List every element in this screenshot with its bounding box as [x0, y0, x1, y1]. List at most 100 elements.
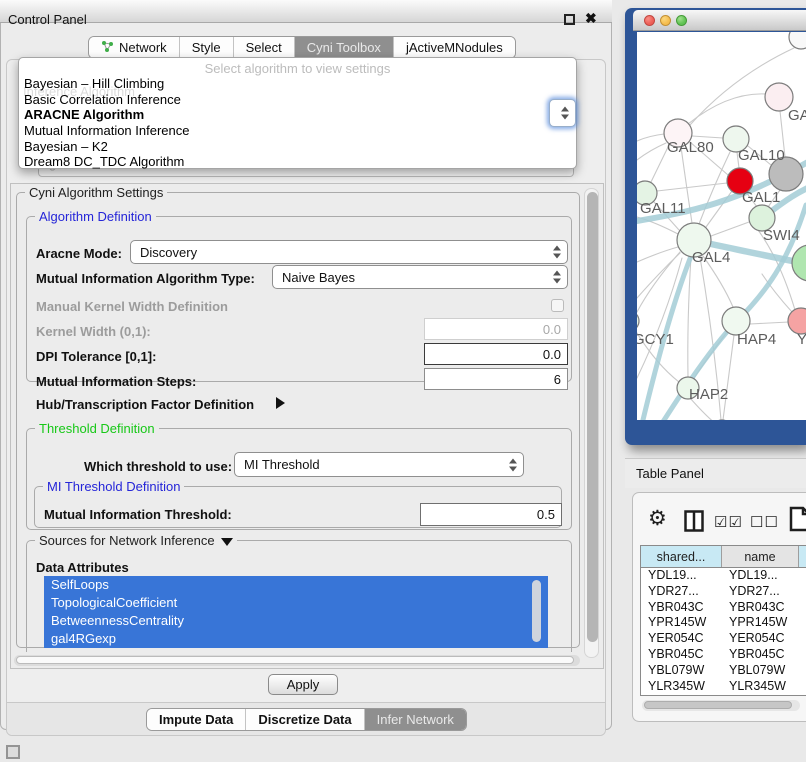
data-attribute-item[interactable]: SelfLoops [44, 576, 548, 594]
kernel-width-field[interactable]: 0.0 [424, 318, 568, 340]
settings-vscroll-thumb[interactable] [587, 192, 598, 642]
table-cell: YER054C [641, 631, 722, 647]
network-edge[interactable] [637, 247, 678, 262]
algorithm-option[interactable]: Bayesian – K2 [21, 139, 574, 155]
tab-select[interactable]: Select [233, 37, 294, 58]
network-edge[interactable] [657, 183, 727, 191]
manual-kernel-width-label: Manual Kernel Width Definition [36, 299, 228, 314]
column-header-name[interactable]: name [722, 546, 799, 567]
algorithm-option[interactable]: Mutual Information Inference [21, 123, 574, 139]
network-edge[interactable] [723, 335, 734, 420]
table-row[interactable]: YER054CYER054C8. [641, 631, 806, 647]
table-cell: YIL052C [641, 694, 722, 696]
network-node-label: GCY1 [637, 331, 674, 348]
table-row[interactable]: YBR043CYBR043C [641, 600, 806, 616]
mi-threshold-field[interactable]: 0.5 [420, 503, 562, 526]
table-hscroll-track[interactable] [642, 700, 800, 711]
apply-button[interactable]: Apply [268, 674, 338, 695]
network-canvas[interactable]: GALGAL80GAL10GAL1GAL11SWI4GAL4GCY1HAP4YH… [637, 32, 806, 420]
network-icon [101, 40, 114, 56]
dpi-tolerance-field[interactable]: 0.0 [424, 343, 568, 365]
data-attribute-item[interactable]: BetweennessCentrality [44, 612, 548, 630]
collapsed-panel-icon[interactable] [6, 745, 20, 759]
data-attributes-label: Data Attributes [36, 560, 129, 575]
tab-jactivemnodules[interactable]: jActiveMNodules [393, 37, 515, 58]
tab-cyni-toolbox[interactable]: Cyni Toolbox [294, 37, 393, 58]
columns-icon[interactable] [684, 510, 704, 537]
algorithm-option[interactable]: Dream8 DC_TDC Algorithm [21, 154, 574, 170]
network-edge[interactable] [762, 274, 792, 312]
algorithm-option[interactable]: ARACNE Algorithm [21, 107, 574, 123]
network-edge[interactable] [692, 136, 723, 138]
table-cell: YBR043C [641, 600, 722, 616]
table-hscroll-thumb[interactable] [644, 701, 792, 709]
settings-hscroll-thumb[interactable] [16, 656, 574, 664]
table-row[interactable]: YDL19...YDL19...13 [641, 568, 806, 584]
control-panel-titlebar[interactable] [0, 0, 612, 23]
table-row[interactable]: YPR145WYPR145W9. [641, 615, 806, 631]
sources-group-title[interactable]: Sources for Network Inference [35, 533, 237, 548]
table-cell: YDR27... [641, 584, 722, 600]
which-threshold-combo[interactable]: MI Threshold [234, 452, 524, 477]
column-header-shared-name[interactable]: shared... [641, 546, 722, 567]
settings-hscroll-track[interactable] [14, 655, 580, 666]
collapsed-arrow-icon[interactable] [276, 397, 285, 409]
mi-algorithm-type-combo[interactable]: Naive Bayes [272, 265, 568, 289]
table-cell: YIL052C [722, 694, 799, 696]
network-node[interactable] [792, 245, 806, 281]
table-cell: YBL079W [722, 663, 799, 679]
tab-discretize-data[interactable]: Discretize Data [245, 709, 363, 730]
algorithm-dropdown-popup: Select algorithm to view settings Infere… [18, 57, 577, 169]
hub-section-toggle[interactable]: Hub/Transcription Factor Definition [36, 397, 254, 412]
minimize-button[interactable] [660, 15, 671, 26]
mi-steps-field[interactable]: 6 [424, 368, 568, 390]
network-edge[interactable] [688, 257, 691, 377]
column-header-next[interactable] [799, 546, 806, 567]
aracne-mode-combo[interactable]: Discovery [130, 240, 568, 264]
combo-arrows-icon [553, 271, 561, 284]
algorithm-option[interactable]: Bayesian – Hill Climbing [21, 76, 574, 92]
network-edge[interactable] [637, 134, 664, 141]
table-row[interactable]: YBR045CYBR045C9. [641, 647, 806, 663]
expanded-arrow-icon [221, 538, 233, 546]
combo-arrows-icon [509, 458, 517, 471]
data-attribute-item[interactable]: gal4RGexp [44, 630, 548, 648]
gear-icon[interactable]: ⚙ [648, 506, 667, 531]
document-icon[interactable] [789, 506, 806, 537]
inference-algorithm-combo-fragment[interactable] [549, 99, 576, 127]
tab-impute-data[interactable]: Impute Data [147, 709, 245, 730]
manual-kernel-width-checkbox[interactable] [551, 299, 564, 312]
network-edge[interactable] [750, 322, 789, 324]
network-node[interactable] [637, 311, 639, 331]
float-window-icon[interactable] [564, 14, 575, 25]
algorithm-option[interactable]: Basic Correlation Inference [21, 92, 574, 108]
unchecked-checkboxes-icon[interactable]: ☐☐ [750, 513, 779, 531]
table-cell [799, 600, 806, 616]
network-node-label: Y [797, 331, 806, 348]
checked-checkboxes-icon[interactable]: ☑☑ [714, 513, 743, 531]
table-row[interactable]: YLR345WYLR345W9. [641, 679, 806, 695]
network-edge[interactable] [711, 222, 749, 236]
zoom-button[interactable] [676, 15, 687, 26]
attributes-list-scrollbar[interactable] [532, 580, 541, 642]
close-icon[interactable]: ✖ [585, 10, 597, 27]
tab-infer-network[interactable]: Infer Network [364, 709, 466, 730]
table-row[interactable]: YDR27...YDR27...12 [641, 584, 806, 600]
algorithm-definition-title: Algorithm Definition [35, 209, 156, 224]
close-button[interactable] [644, 15, 655, 26]
network-node[interactable] [789, 32, 806, 49]
table-row[interactable]: YBL079WYBL079W [641, 663, 806, 679]
table-cell: YDR27... [722, 584, 799, 600]
cyni-settings-group-title: Cyni Algorithm Settings [25, 185, 167, 200]
table-row[interactable]: YIL052CYIL052C9. [641, 694, 806, 696]
network-edge[interactable] [637, 143, 666, 160]
data-attribute-item[interactable]: TopologicalCoefficient [44, 594, 548, 612]
table-cell [799, 663, 806, 679]
settings-vscroll-track[interactable] [584, 188, 599, 658]
table-cell: YLR345W [641, 679, 722, 695]
table-cell: YDL19... [722, 568, 799, 584]
network-window-titlebar[interactable] [633, 10, 806, 31]
tab-style[interactable]: Style [179, 37, 233, 58]
tab-network[interactable]: Network [89, 37, 179, 58]
network-edge[interactable] [688, 94, 766, 124]
